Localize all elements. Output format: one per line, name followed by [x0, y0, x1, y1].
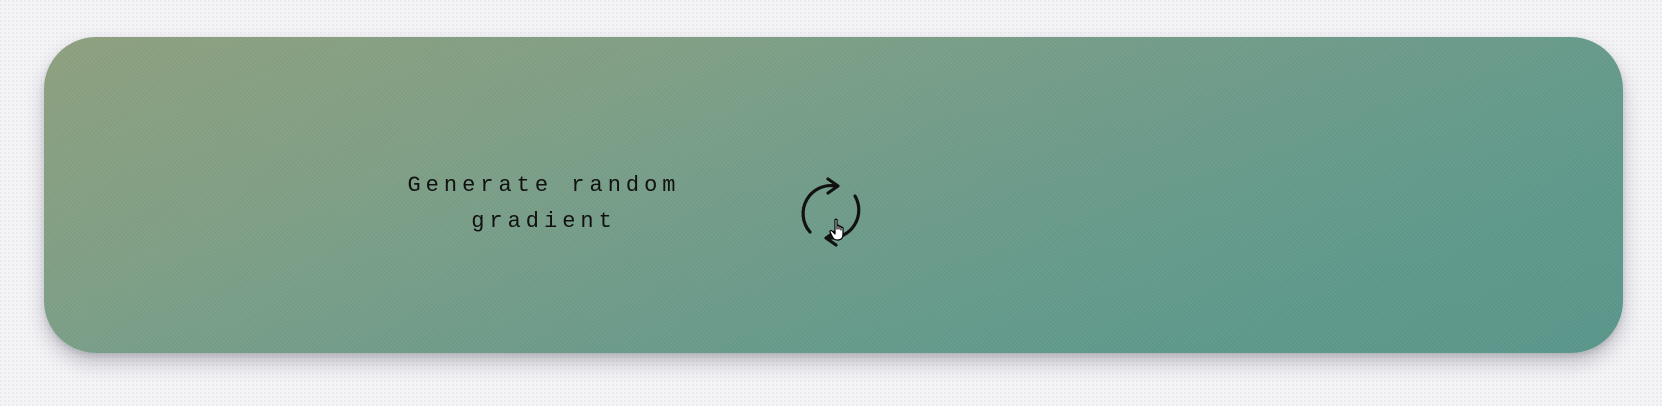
label-line-1: Generate random [407, 173, 681, 198]
generate-gradient-button[interactable] [793, 174, 869, 250]
generate-gradient-label: Generate random gradient [384, 168, 704, 240]
gradient-card: Generate random gradient [44, 37, 1623, 353]
label-line-2: gradient [471, 209, 617, 234]
refresh-icon [801, 177, 861, 247]
